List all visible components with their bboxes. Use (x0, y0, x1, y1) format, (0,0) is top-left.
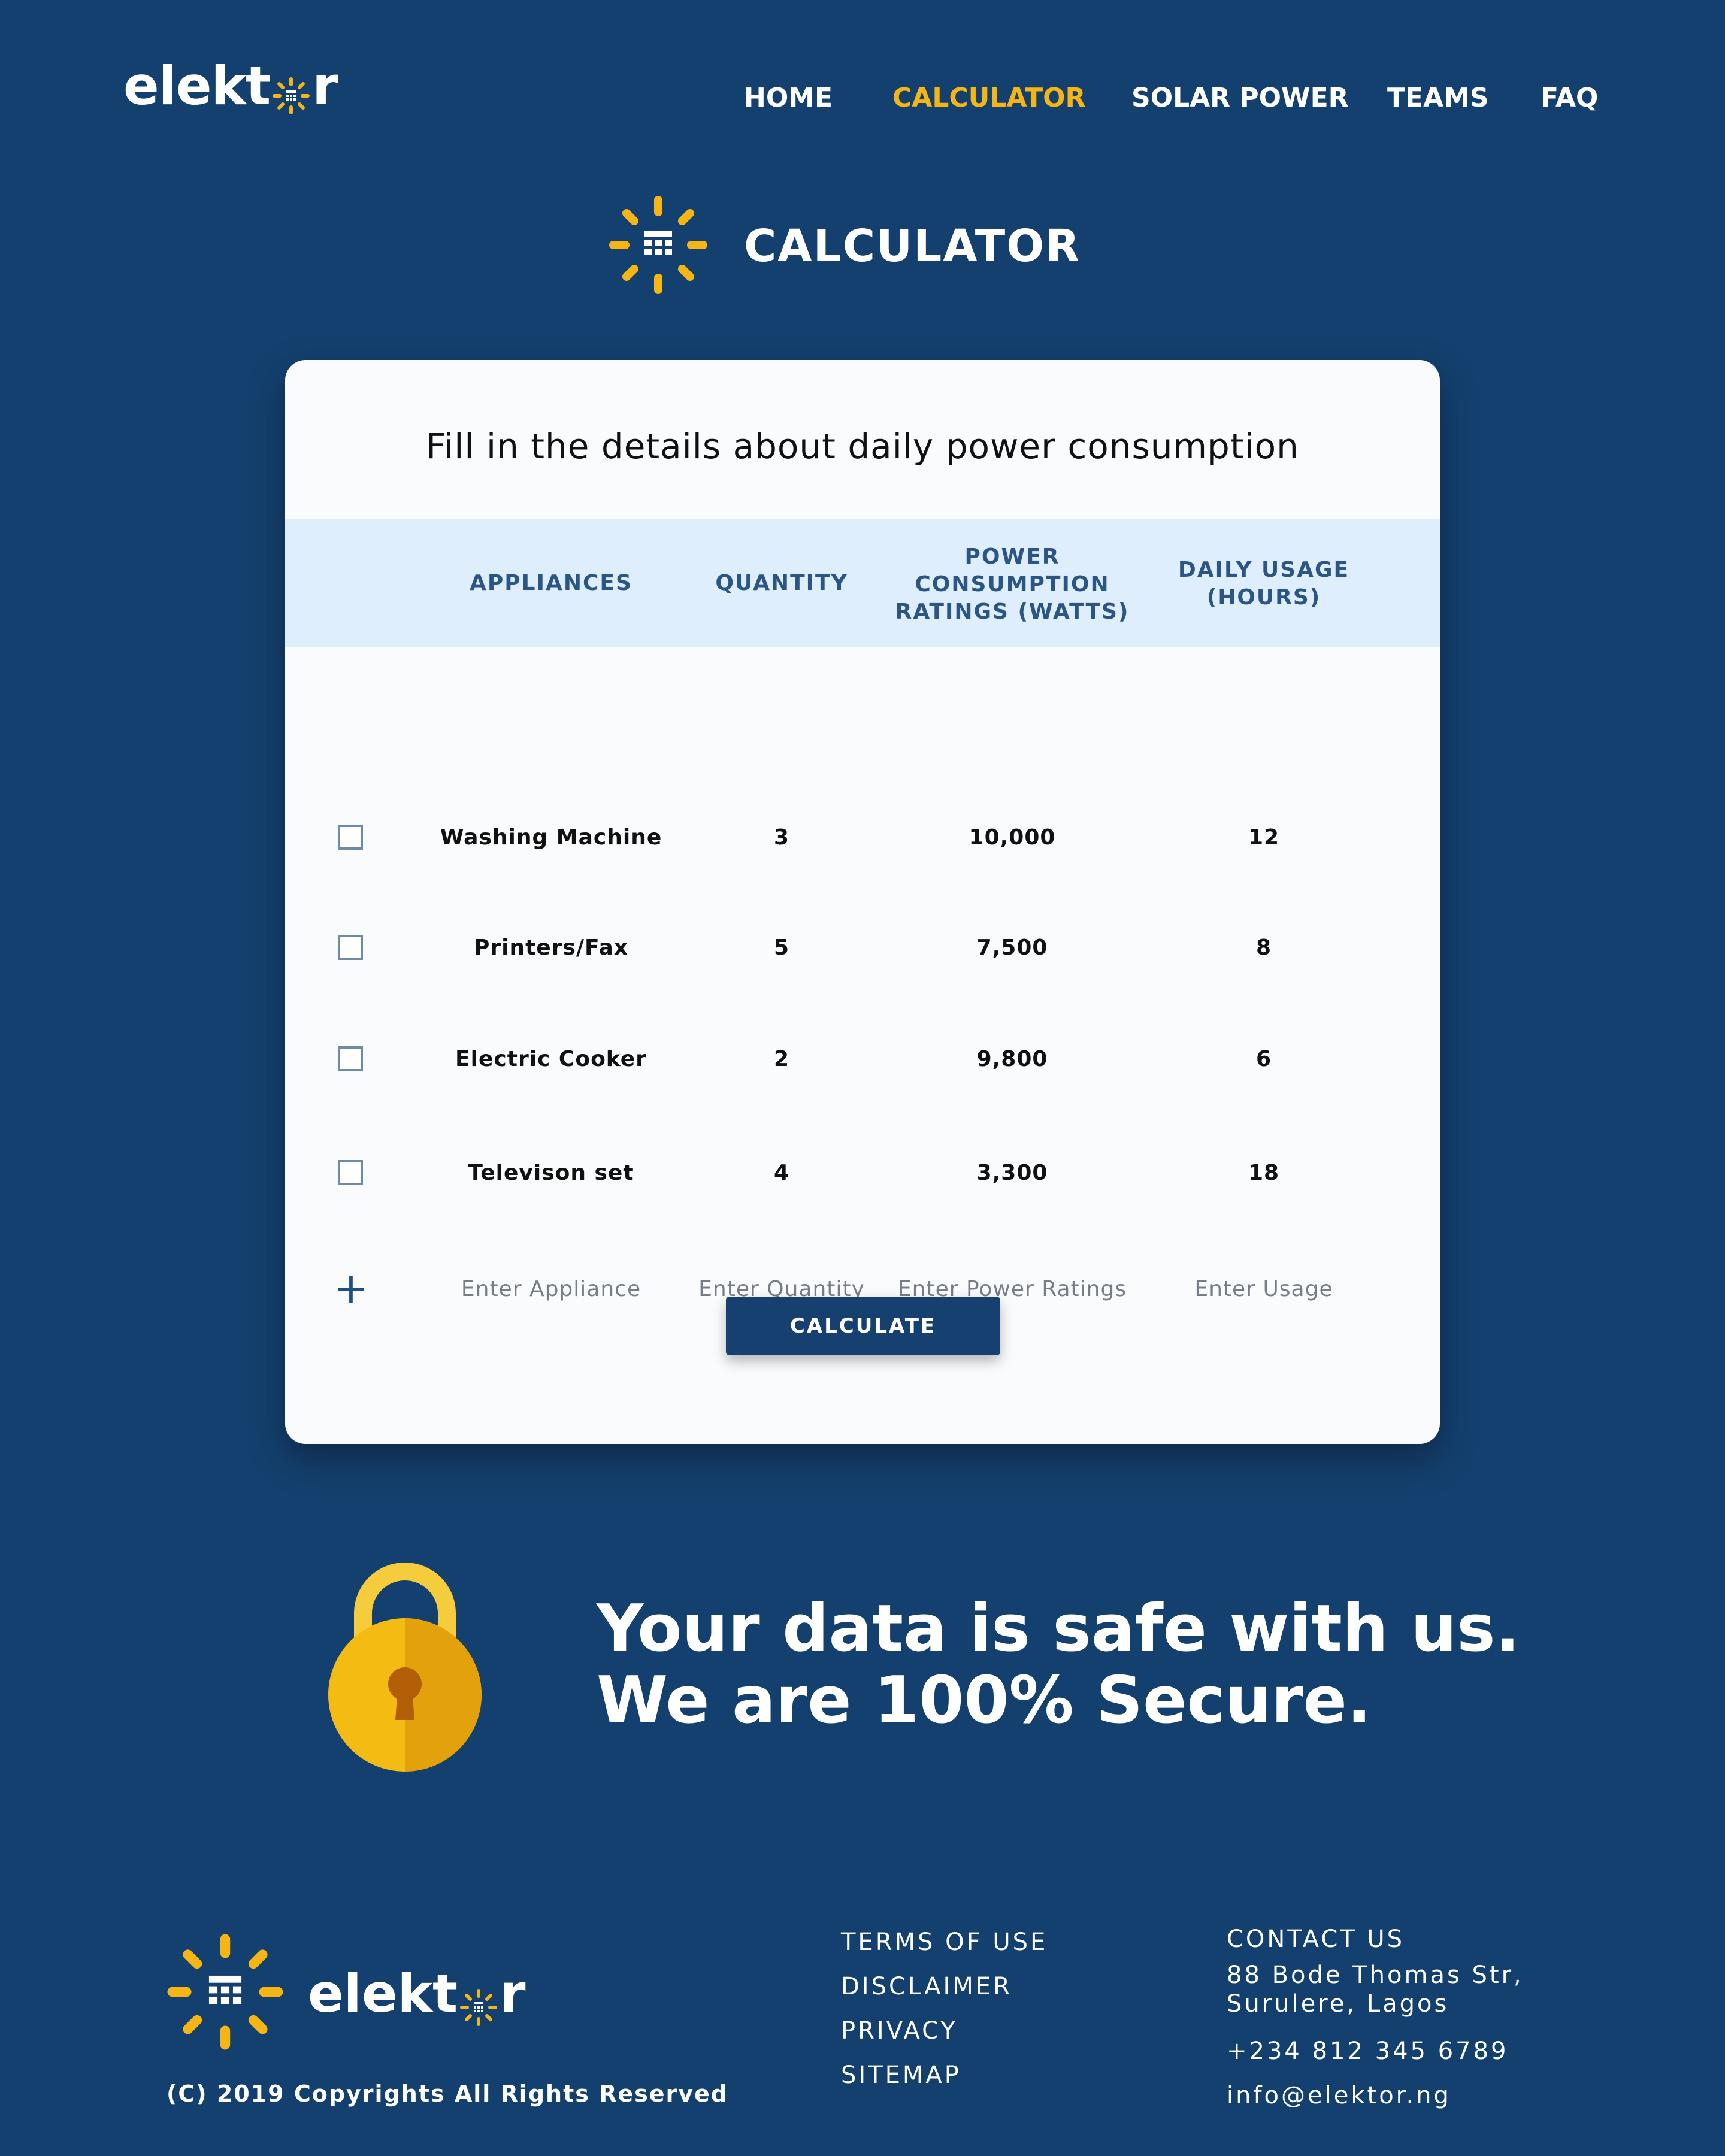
page-title: CALCULATOR (744, 220, 1081, 272)
security-line1: Your data is safe with us. (597, 1591, 1520, 1666)
copyright: (C) 2019 Copyrights All Rights Reserved (167, 2081, 728, 2107)
header-usage-line2: (HOURS) (1206, 585, 1321, 610)
contact-email[interactable]: info@elektor.ng (1227, 2073, 1524, 2118)
main-nav: HOME CALCULATOR SOLAR POWER TEAMS FAQ (0, 83, 1725, 119)
appliance-input[interactable]: Enter Appliance (425, 1265, 677, 1313)
row-checkbox[interactable] (338, 1160, 363, 1185)
header-usage-line1: DAILY USAGE (1178, 558, 1350, 582)
header-power-line1: POWER (964, 544, 1060, 569)
cell-power: 10,000 (969, 825, 1056, 850)
security-message: Your data is safe with us. We are 100% S… (597, 1593, 1520, 1737)
row-checkbox[interactable] (338, 825, 363, 850)
table-row: Washing Machine 3 10,000 12 (285, 814, 1440, 862)
padlock-icon (327, 1560, 483, 1775)
contact-title: CONTACT US (1227, 1925, 1405, 1953)
cell-quantity: 3 (773, 825, 790, 850)
footer-link-terms[interactable]: TERMS OF USE (841, 1920, 1048, 1964)
cell-usage: 18 (1248, 1161, 1280, 1185)
header-quantity: QUANTITY (715, 571, 848, 595)
footer-contact: CONTACT US 88 Bode Thomas Str, Surulere,… (1227, 1920, 1524, 2118)
header-power-line3: RATINGS (WATTS) (895, 599, 1130, 624)
cell-appliance: Televison set (468, 1161, 634, 1185)
header-appliances: APPLIANCES (470, 571, 632, 595)
cell-quantity: 4 (773, 1161, 790, 1185)
footer-link-sitemap[interactable]: SITEMAP (841, 2053, 1048, 2097)
footer-logo[interactable]: elekt r (165, 1932, 526, 2054)
page-heading: CALCULATOR (607, 194, 1081, 298)
nav-solar-power[interactable]: SOLAR POWER (1131, 83, 1349, 113)
nav-faq[interactable]: FAQ (1541, 83, 1598, 113)
header-power-line2: CONSUMPTION (915, 572, 1110, 596)
cell-power: 3,300 (976, 1161, 1048, 1185)
table-row: Electric Cooker 2 9,800 6 (285, 1035, 1440, 1083)
row-checkbox[interactable] (338, 1046, 363, 1071)
row-checkbox[interactable] (338, 935, 363, 960)
table-row: Televison set 4 3,300 18 (285, 1149, 1440, 1197)
cell-usage: 6 (1255, 1047, 1272, 1071)
header-usage: DAILY USAGE (HOURS) (1138, 556, 1390, 611)
cell-appliance: Electric Cooker (455, 1047, 647, 1071)
add-row-icon[interactable]: + (333, 1267, 369, 1309)
calculator-card: Fill in the details about daily power co… (285, 360, 1440, 1444)
sun-icon (460, 1977, 498, 2026)
contact-address-line2: Surulere, Lagos (1227, 1990, 1449, 2018)
contact-phone[interactable]: +234 812 345 6789 (1227, 2029, 1524, 2073)
cell-usage: 12 (1248, 825, 1280, 850)
cell-quantity: 2 (773, 1047, 790, 1071)
cell-power: 9,800 (976, 1047, 1048, 1071)
cell-power: 7,500 (976, 935, 1048, 960)
footer-brand-name: elekt r (308, 1962, 526, 2026)
nav-calculator[interactable]: CALCULATOR (892, 83, 1085, 113)
card-intro: Fill in the details about daily power co… (426, 426, 1299, 467)
cell-usage: 8 (1255, 935, 1272, 960)
logo-text-start: elekt (308, 1962, 458, 2024)
nav-teams[interactable]: TEAMS (1387, 83, 1489, 113)
nav-home[interactable]: HOME (744, 83, 833, 113)
cell-quantity: 5 (773, 935, 790, 960)
table-header: APPLIANCES QUANTITY POWER CONSUMPTION RA… (285, 519, 1440, 647)
footer-links: TERMS OF USE DISCLAIMER PRIVACY SITEMAP (841, 1920, 1048, 2097)
footer-link-privacy[interactable]: PRIVACY (841, 2009, 1048, 2053)
calculator-sun-icon (607, 194, 709, 298)
table-row: Printers/Fax 5 7,500 8 (285, 924, 1440, 972)
cell-appliance: Printers/Fax (473, 935, 629, 960)
calculate-button[interactable]: CALCULATE (726, 1297, 1000, 1355)
logo-text-end: r (500, 1962, 526, 2024)
security-line2: We are 100% Secure. (597, 1663, 1372, 1738)
header-power: POWER CONSUMPTION RATINGS (WATTS) (886, 543, 1138, 626)
footer-link-disclaimer[interactable]: DISCLAIMER (841, 1964, 1048, 2009)
calculator-sun-icon (165, 1932, 285, 2054)
usage-input[interactable]: Enter Usage (1138, 1265, 1390, 1313)
contact-address-line1: 88 Bode Thomas Str, (1227, 1961, 1524, 1989)
cell-appliance: Washing Machine (440, 825, 662, 850)
